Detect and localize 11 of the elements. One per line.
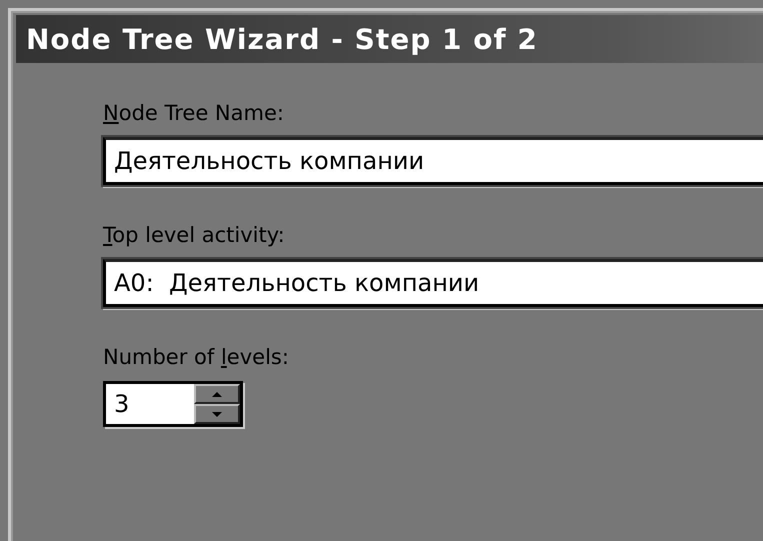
field-label: Node Tree Name: <box>103 101 284 125</box>
field-label: Number of levels: <box>103 345 289 369</box>
text-field[interactable]: A0: Деятельность компании <box>103 259 763 307</box>
up-arrow-icon <box>212 392 222 396</box>
text-field[interactable]: Деятельность компании <box>103 137 763 185</box>
down-arrow-icon <box>212 412 222 416</box>
spin-up-button[interactable] <box>194 384 240 404</box>
window-title: Node Tree Wizard - Step 1 of 2 <box>26 22 538 56</box>
field-label: Top level activity: <box>103 223 285 247</box>
number-field[interactable]: 3 <box>106 384 194 424</box>
spin-down-button[interactable] <box>194 404 240 424</box>
